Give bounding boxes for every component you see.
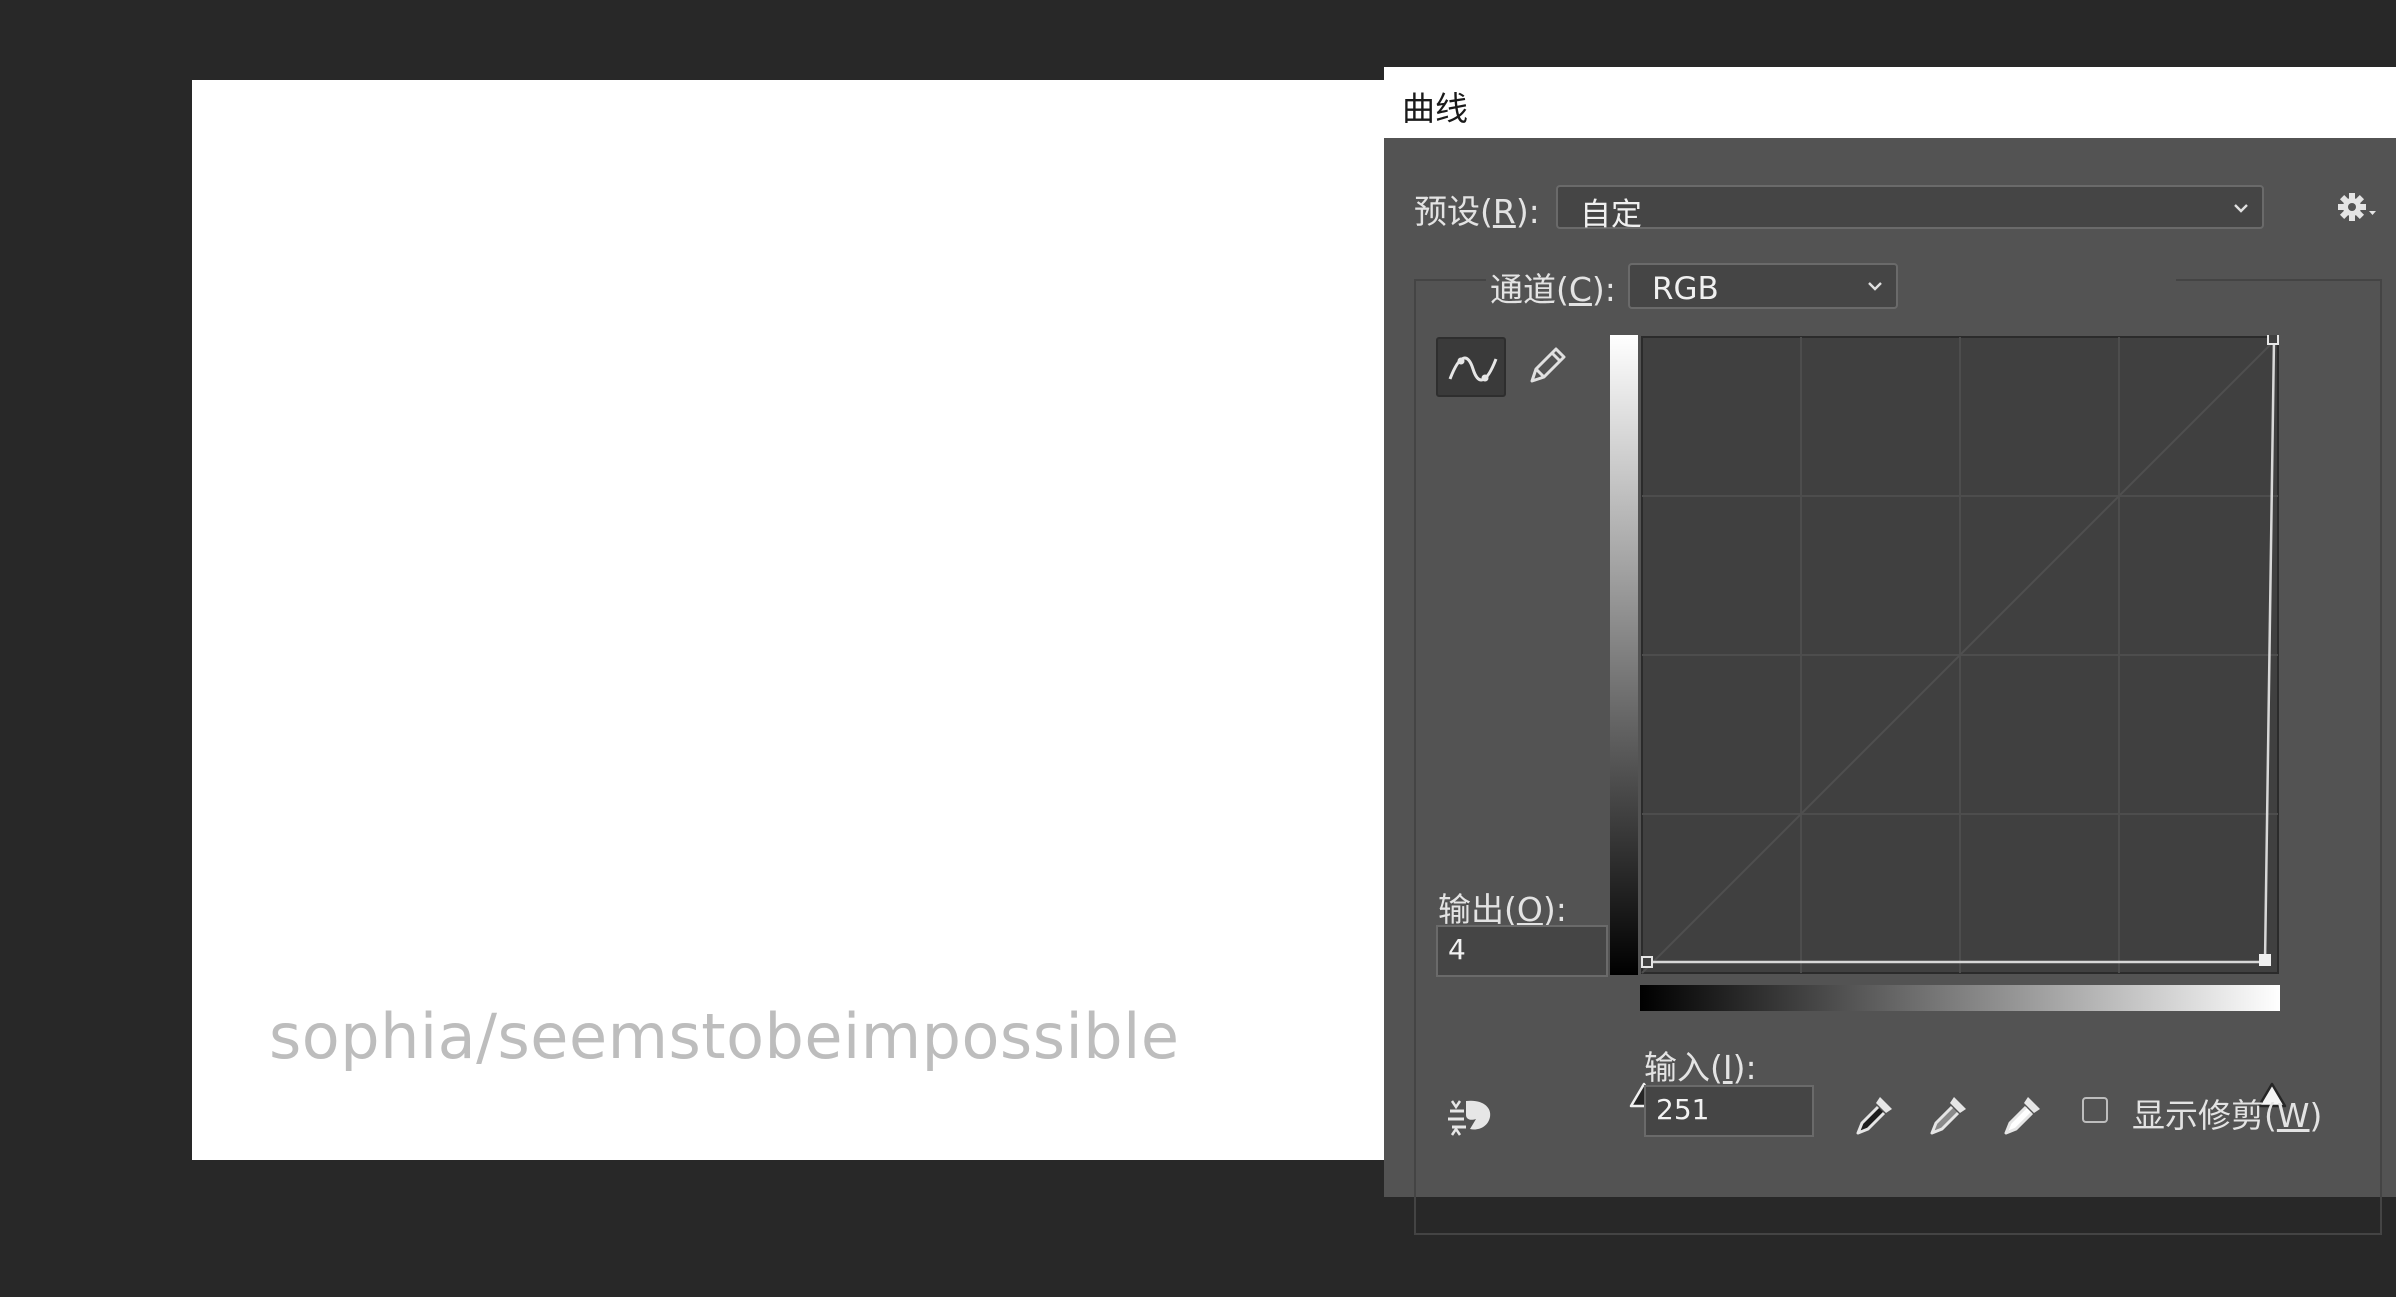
show-clipping-checkbox[interactable] bbox=[2082, 1097, 2108, 1123]
curve-point-white bbox=[2267, 335, 2279, 345]
channel-label-prefix: 通道( bbox=[1490, 270, 1569, 309]
curve-point-tool-icon bbox=[1448, 356, 1498, 382]
chevron-down-icon bbox=[1868, 282, 1882, 291]
output-label: 输出(O): bbox=[1438, 883, 1567, 931]
output-label-prefix: 输出( bbox=[1438, 890, 1517, 929]
preset-select-value: 自定 bbox=[1580, 197, 1642, 233]
input-gradient-bar bbox=[1640, 985, 2280, 1011]
preset-select[interactable]: 自定 bbox=[1556, 185, 2264, 233]
channel-label: 通道(C): bbox=[1490, 263, 1616, 311]
preset-label: 预设(R): bbox=[1414, 185, 1540, 233]
preset-label-prefix: 预设( bbox=[1414, 192, 1493, 231]
dialog-titlebar[interactable]: 曲线 bbox=[1384, 67, 2396, 138]
gear-icon[interactable] bbox=[2336, 189, 2380, 225]
channel-label-key: C bbox=[1568, 270, 1592, 309]
curves-dialog: 曲线 预设(R): 自定 通道(C): RGB 输出(O): 4 输入(I): … bbox=[1384, 67, 2396, 1235]
input-field-value: 251 bbox=[1656, 1093, 1710, 1126]
output-gradient-bar bbox=[1610, 335, 1638, 975]
input-label: 输入(I): bbox=[1644, 1041, 1757, 1089]
eyedropper-black-icon[interactable] bbox=[1850, 1091, 1898, 1139]
output-field-value: 4 bbox=[1448, 933, 1466, 966]
input-label-key: I bbox=[1722, 1048, 1733, 1087]
pencil-icon[interactable] bbox=[1522, 341, 1570, 391]
show-clipping-label-prefix: 显示修剪( bbox=[2132, 1096, 2277, 1135]
curve-point-tool-button[interactable] bbox=[1436, 337, 1506, 397]
input-field[interactable]: 251 bbox=[1644, 1085, 1814, 1137]
show-clipping-label-suffix: ) bbox=[2309, 1096, 2323, 1135]
preset-label-key: R bbox=[1492, 192, 1516, 231]
input-label-prefix: 输入( bbox=[1644, 1048, 1723, 1087]
channel-select[interactable]: RGB bbox=[1628, 263, 1898, 309]
chevron-down-icon bbox=[2234, 204, 2248, 213]
watermark-text: sophia/seemstobeimpossible bbox=[269, 1000, 1180, 1073]
curve-point-selected bbox=[2259, 954, 2271, 966]
output-label-suffix: ): bbox=[1542, 890, 1567, 929]
document-canvas[interactable] bbox=[192, 80, 1384, 1160]
preset-label-suffix: ): bbox=[1515, 192, 1540, 231]
curve-point-black bbox=[1641, 956, 1653, 968]
output-label-key: O bbox=[1516, 890, 1543, 929]
eyedropper-gray-icon[interactable] bbox=[1924, 1091, 1972, 1139]
show-clipping-label-key: W bbox=[2276, 1096, 2310, 1135]
channel-select-value: RGB bbox=[1652, 271, 1719, 307]
input-label-suffix: ): bbox=[1732, 1048, 1757, 1087]
channel-label-suffix: ): bbox=[1591, 270, 1616, 309]
auto-adjust-icon[interactable] bbox=[1446, 1093, 1496, 1137]
show-clipping-label[interactable]: 显示修剪(W) bbox=[2132, 1089, 2322, 1137]
curve-graph[interactable] bbox=[1640, 335, 2280, 1045]
eyedropper-white-icon[interactable] bbox=[1998, 1091, 2046, 1139]
output-field[interactable]: 4 bbox=[1436, 925, 1608, 977]
dialog-title: 曲线 bbox=[1402, 89, 1468, 128]
